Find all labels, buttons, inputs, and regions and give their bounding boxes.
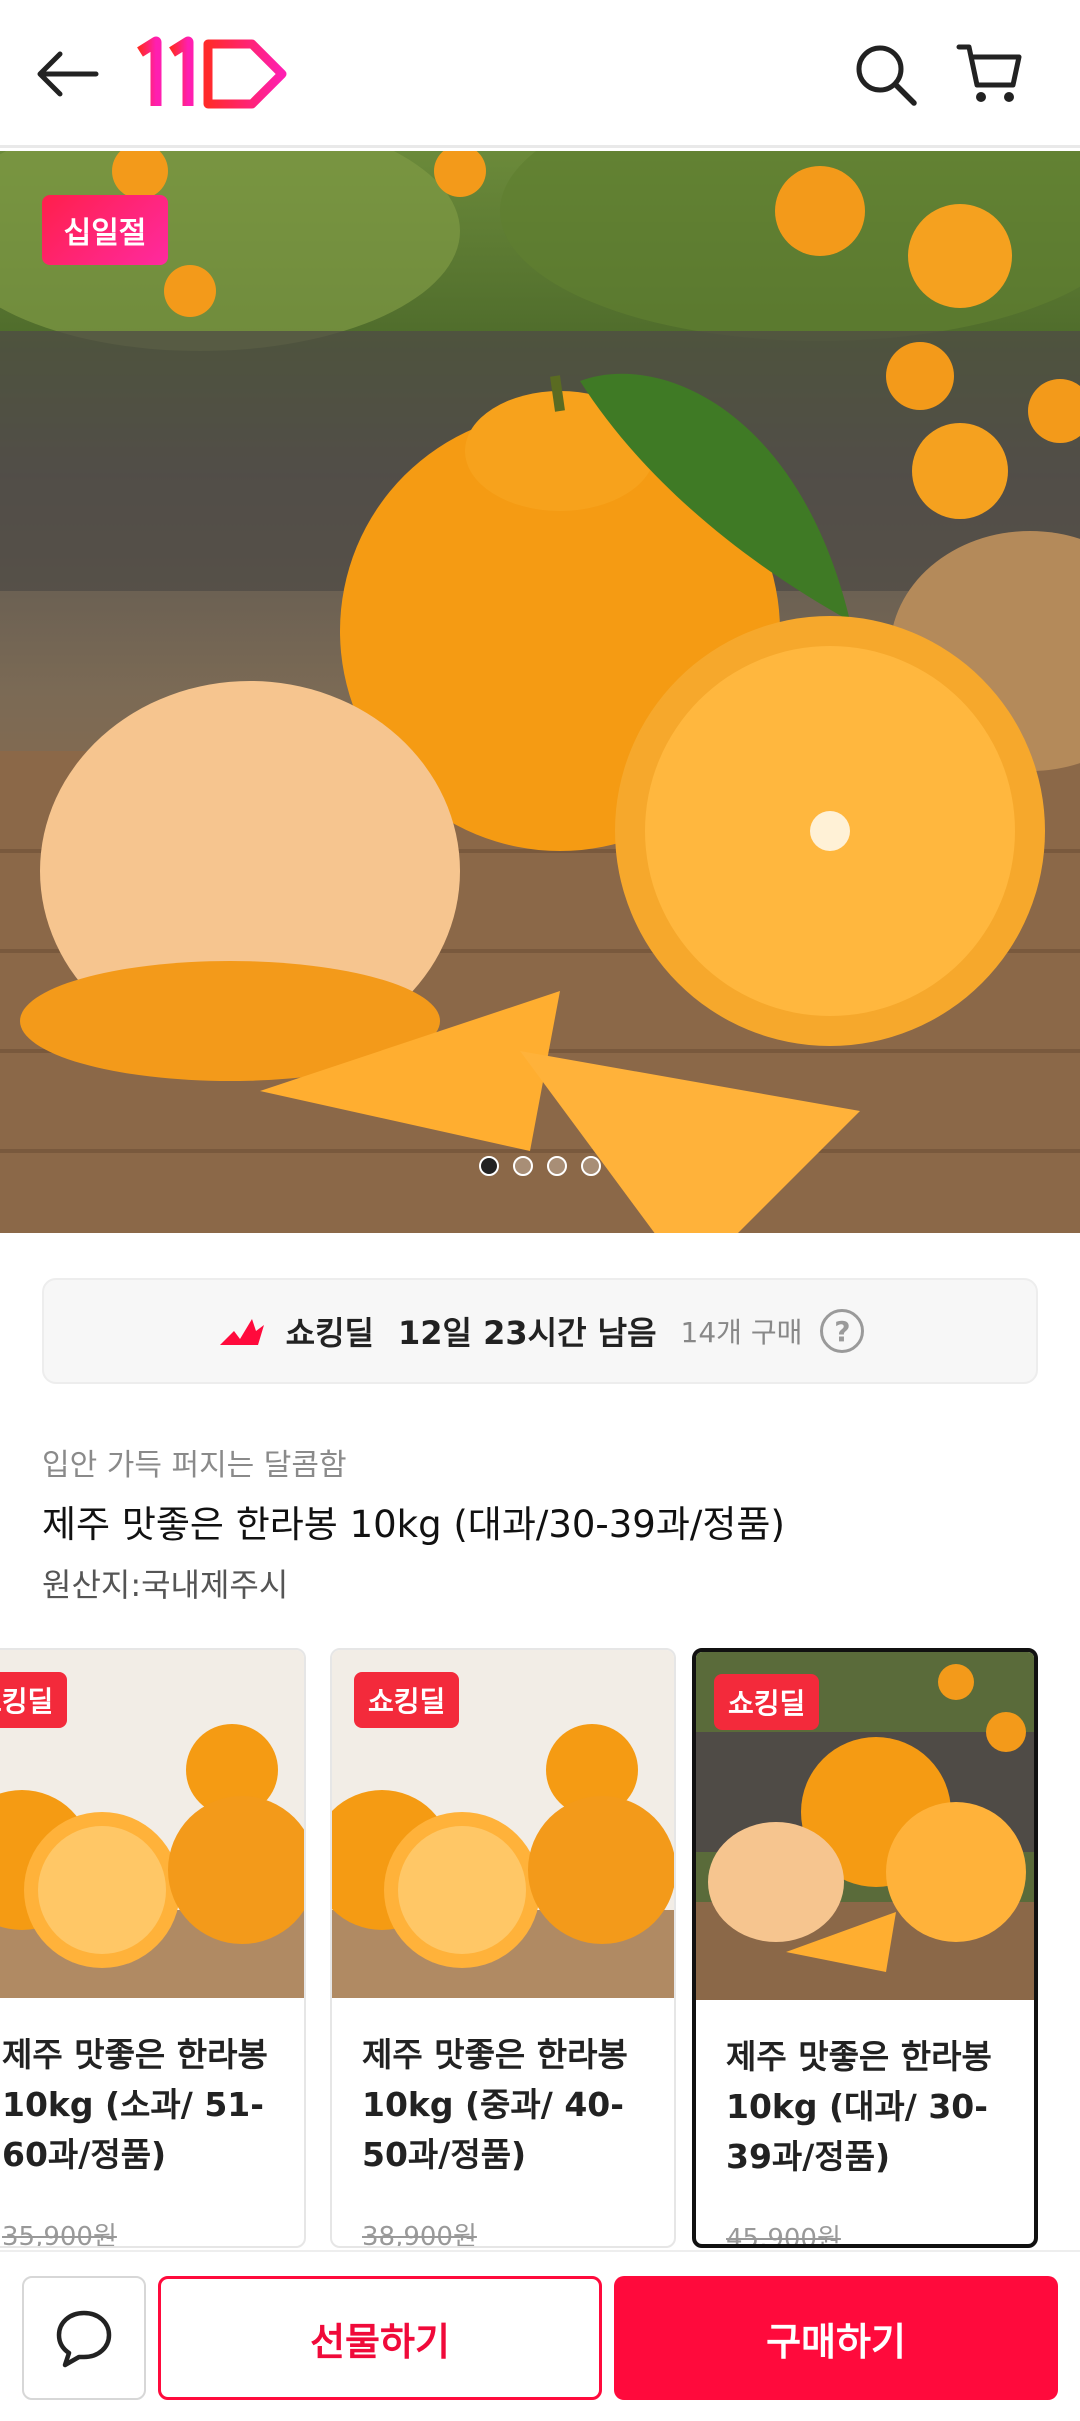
bottom-action-bar: 선물하기 구매하기 — [0, 2250, 1080, 2421]
shocking-deal-icon — [219, 1319, 264, 1345]
search-button[interactable] — [845, 34, 925, 114]
product-image-carousel[interactable]: 십일절 — [0, 151, 1080, 1233]
help-icon[interactable]: ? — [820, 1309, 865, 1353]
deal-remaining-time: 12일 23시간 남음 — [397, 1314, 657, 1352]
carousel-dot[interactable] — [547, 1156, 567, 1176]
chat-button[interactable] — [22, 2276, 146, 2400]
carousel-indicator — [0, 1156, 1080, 1176]
option-card-large-selected[interactable]: 쇼킹딜 제주 맛좋은 한라봉 10kg (대과/ 30-39과/정품) 45,9… — [692, 1648, 1038, 2248]
carousel-dot[interactable] — [513, 1156, 533, 1176]
option-card-list[interactable]: 쇼킹딜 제주 맛좋은 한라봉 10kg (소과/ 51-60과/정품) 35,9… — [0, 1648, 1080, 2248]
arrow-left-icon — [37, 51, 99, 97]
carousel-dot[interactable] — [581, 1156, 601, 1176]
buy-button[interactable]: 구매하기 — [614, 2276, 1058, 2400]
option-name: 제주 맛좋은 한라봉 10kg (중과/ 40-50과/정품) — [362, 2035, 628, 2174]
chat-bubble-icon — [56, 2310, 112, 2368]
option-original-price: 38,900원 — [362, 2222, 477, 2248]
top-app-bar — [0, 0, 1080, 148]
shocking-deal-badge: 쇼킹딜 — [354, 1672, 460, 1728]
shocking-deal-bar: 쇼킹딜 12일 23시간 남음 14개 구매 ? — [42, 1278, 1038, 1384]
cart-button[interactable] — [950, 34, 1030, 114]
option-image: 쇼킹딜 — [0, 1650, 304, 1998]
product-title: 제주 맛좋은 한라봉 10kg (대과/30-39과/정품) — [42, 1503, 785, 1546]
product-subtitle: 입안 가득 퍼지는 달콤함 — [42, 1448, 347, 1483]
cart-icon — [956, 44, 1022, 102]
deal-name: 쇼킹딜 — [285, 1314, 374, 1352]
option-card-small[interactable]: 쇼킹딜 제주 맛좋은 한라봉 10kg (소과/ 51-60과/정품) 35,9… — [0, 1648, 306, 2248]
back-button[interactable] — [28, 34, 108, 114]
shocking-deal-badge: 쇼킹딜 — [714, 1674, 820, 1730]
11st-day-badge: 십일절 — [42, 195, 168, 265]
option-original-price: 45,900원 — [726, 2224, 841, 2248]
option-card-medium[interactable]: 쇼킹딜 제주 맛좋은 한라봉 10kg (중과/ 40-50과/정품) 38,9… — [330, 1648, 676, 2248]
product-origin: 원산지:국내제주시 — [42, 1566, 289, 1604]
product-photo — [0, 151, 1080, 1233]
shocking-deal-badge: 쇼킹딜 — [0, 1672, 68, 1728]
carousel-dot[interactable] — [479, 1156, 499, 1176]
option-name: 제주 맛좋은 한라봉 10kg (대과/ 30-39과/정품) — [726, 2037, 992, 2176]
option-original-price: 35,900원 — [2, 2222, 117, 2248]
search-icon — [856, 45, 917, 106]
option-image: 쇼킹딜 — [332, 1650, 674, 1998]
purchase-count: 14개 구매 — [680, 1316, 803, 1349]
option-image: 쇼킹딜 — [696, 1652, 1034, 2000]
11st-logo[interactable] — [132, 34, 292, 114]
gift-button[interactable]: 선물하기 — [158, 2276, 602, 2400]
option-name: 제주 맛좋은 한라봉 10kg (소과/ 51-60과/정품) — [2, 2035, 268, 2174]
